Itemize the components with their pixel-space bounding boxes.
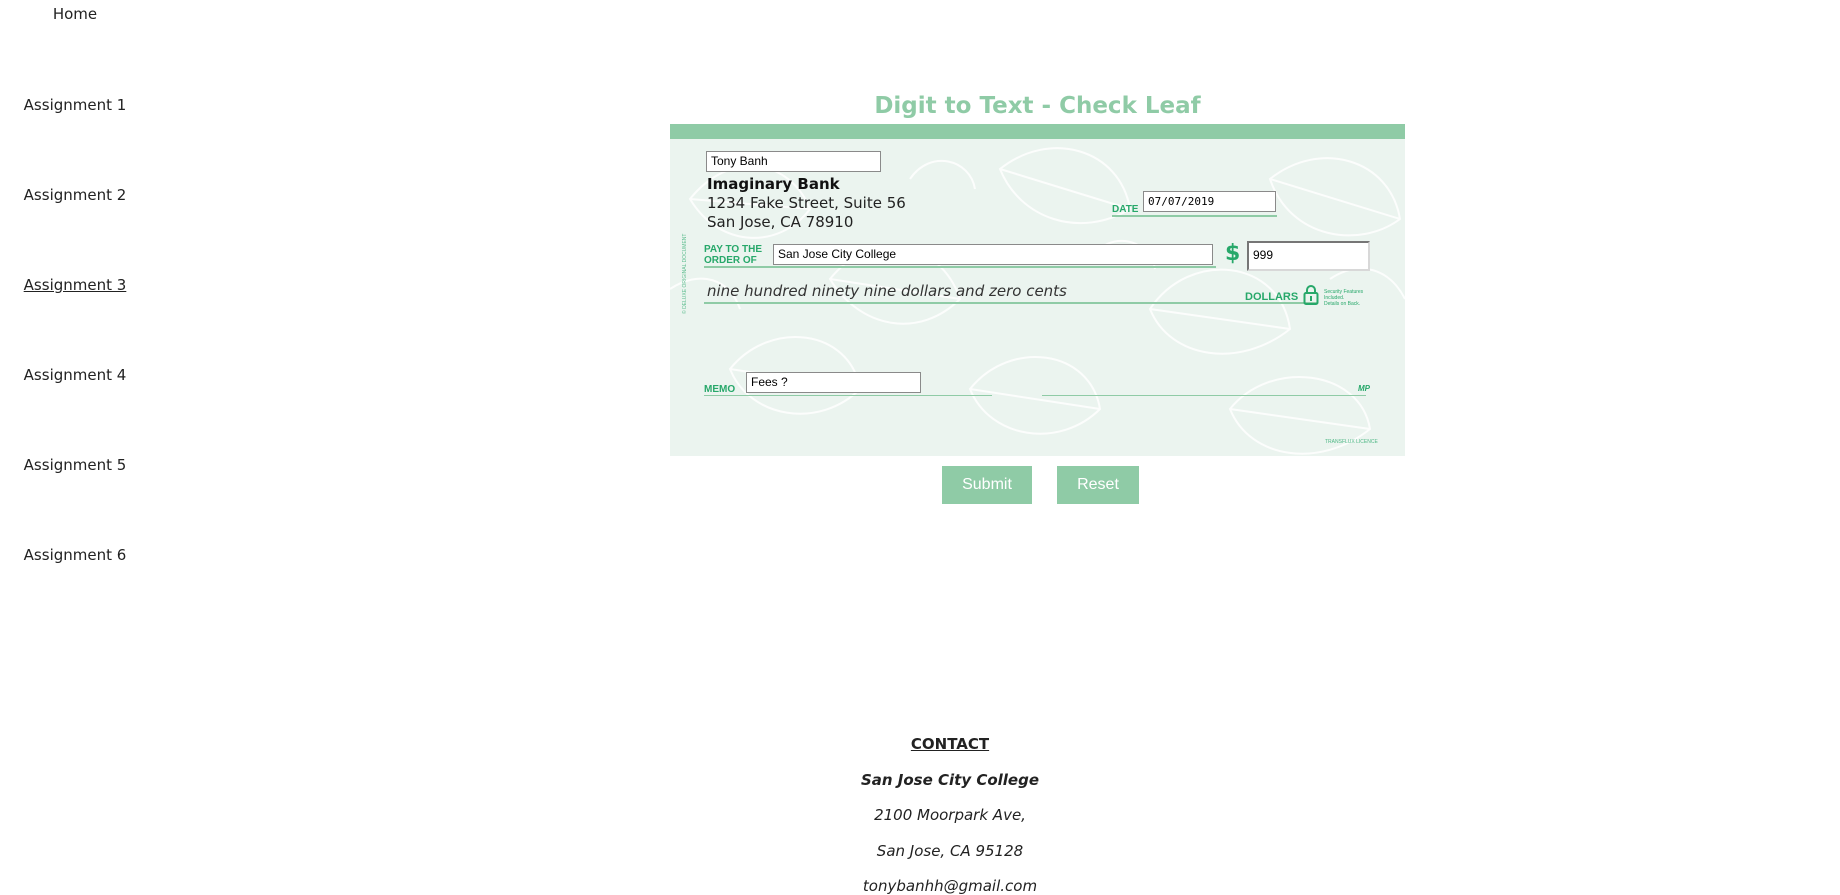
page-title: Digit to Text - Check Leaf — [874, 93, 1201, 119]
signature-mark: MP — [1358, 384, 1370, 393]
date-input[interactable]: 07/07/2019 — [1143, 191, 1276, 212]
contact-email[interactable]: tonybanhh@gmail.com — [800, 877, 1100, 895]
dollar-sign: $ — [1225, 241, 1241, 266]
pay-to-label-line1: PAY TO THE — [704, 244, 762, 255]
nav-assignment-2-link[interactable]: Assignment 2 — [0, 186, 150, 204]
pay-to-label-line2: ORDER OF — [704, 255, 757, 266]
side-microprint: © DELUXE ORIGINAL DOCUMENT — [682, 233, 688, 314]
contact-college: San Jose City College — [860, 771, 1040, 789]
nav-assignment-5-link[interactable]: Assignment 5 — [0, 456, 150, 474]
date-underline — [1112, 215, 1277, 217]
submit-button[interactable]: Submit — [942, 466, 1032, 504]
contact-heading: CONTACT — [910, 735, 990, 753]
date-label: DATE — [1112, 204, 1139, 215]
words-underline — [704, 302, 1317, 304]
signature-line — [1042, 395, 1366, 396]
amount-in-words: nine hundred ninety nine dollars and zer… — [707, 282, 1067, 300]
contact-address-line2: San Jose, CA 95128 — [876, 842, 1024, 860]
check-footer-microprint: TRANSFLUX LICENCE — [1325, 439, 1378, 445]
bank-address-line2: San Jose, CA 78910 — [707, 213, 854, 231]
nav-assignment-1-link[interactable]: Assignment 1 — [0, 96, 150, 114]
nav-assignment-6-link[interactable]: Assignment 6 — [0, 546, 150, 564]
payee-underline — [704, 266, 1216, 268]
dollars-label: DOLLARS — [1245, 291, 1299, 303]
memo-input[interactable]: Fees ? — [746, 372, 921, 393]
bank-address-line1: 1234 Fake Street, Suite 56 — [707, 194, 906, 212]
check-top-bar — [670, 124, 1405, 139]
nav-assignment-4-link[interactable]: Assignment 4 — [0, 366, 150, 384]
pay-to-label: PAY TO THE ORDER OF — [704, 244, 762, 266]
bank-name: Imaginary Bank — [707, 175, 840, 193]
reset-button[interactable]: Reset — [1057, 466, 1139, 504]
lock-icon — [1303, 285, 1319, 305]
check-leaf: Tony Banh Imaginary Bank 1234 Fake Stree… — [670, 124, 1405, 456]
security-features-note: Security Features Included. Details on B… — [1324, 289, 1363, 307]
security-line3: Details on Back. — [1324, 301, 1361, 307]
account-holder-name-input[interactable]: Tony Banh — [706, 151, 881, 172]
nav-home-link[interactable]: Home — [0, 5, 150, 23]
contact-address-line1: 2100 Moorpark Ave, — [874, 806, 1026, 824]
payee-input[interactable]: San Jose City College — [773, 244, 1213, 265]
amount-input[interactable]: 999 — [1247, 241, 1370, 271]
memo-label: MEMO — [704, 384, 736, 395]
nav-assignment-3-link[interactable]: Assignment 3 — [0, 276, 150, 294]
memo-underline — [704, 395, 992, 396]
